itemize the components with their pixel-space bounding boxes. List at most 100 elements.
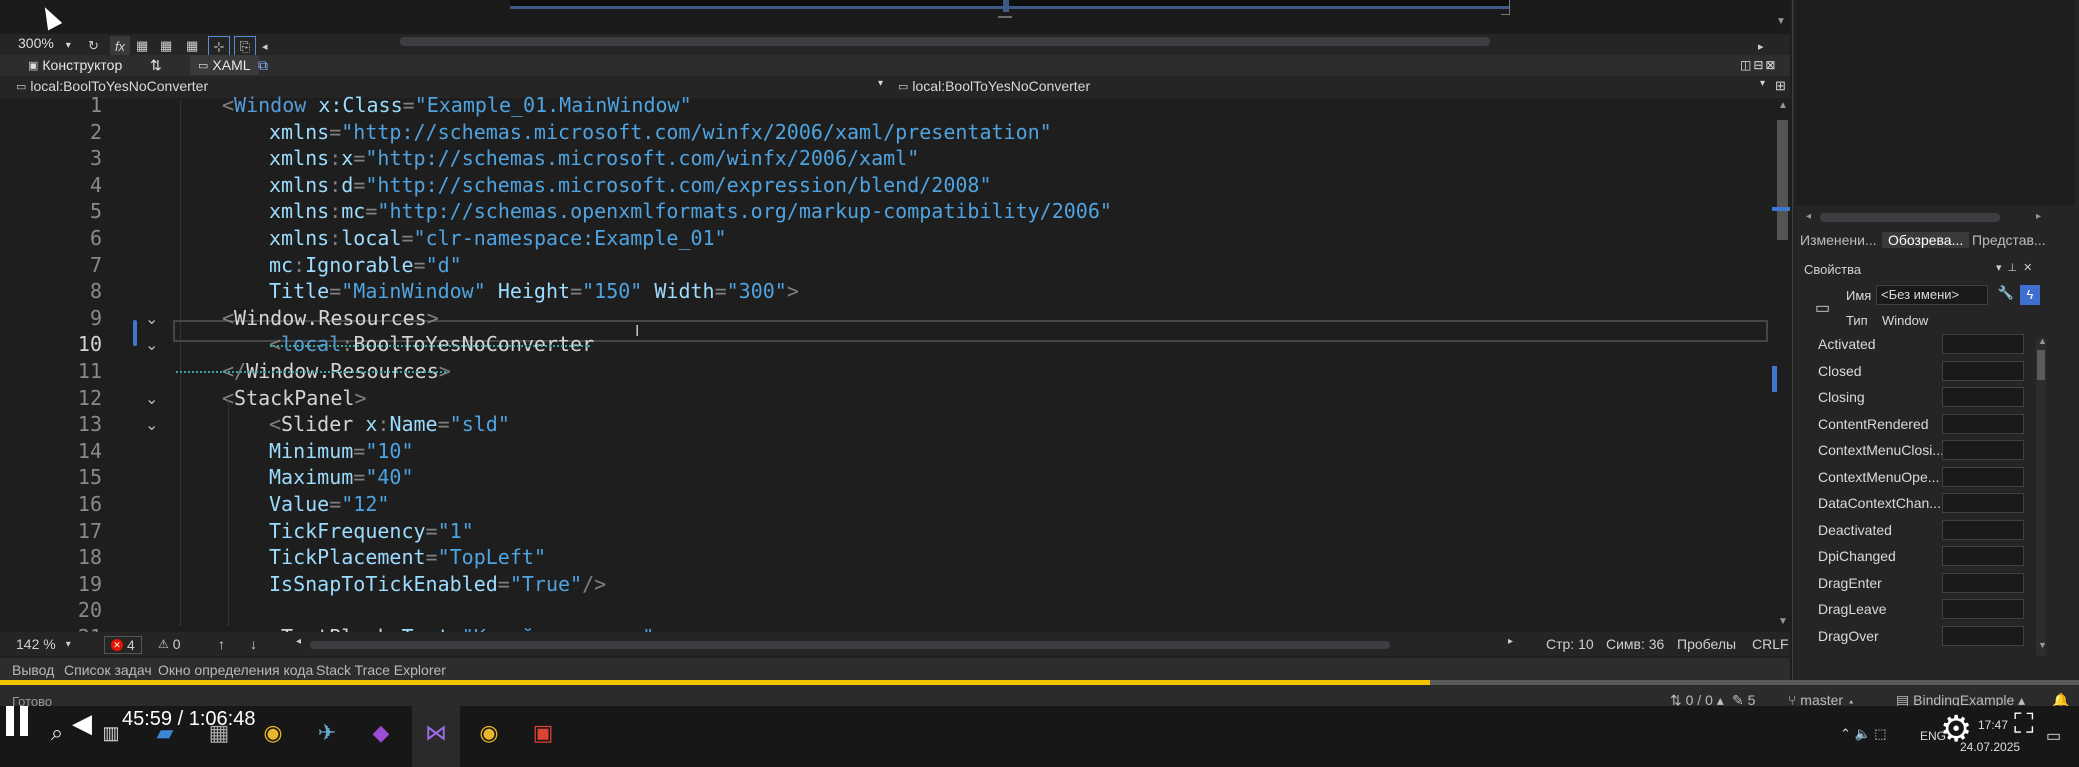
event-handler-field[interactable]	[1942, 466, 2024, 487]
split-view-buttons[interactable]: ◫⊟⊠	[1740, 55, 1777, 75]
refresh-icon[interactable]: ↻	[88, 36, 99, 56]
resize-handle-bottom[interactable]	[998, 16, 1012, 18]
line-ending-indicator[interactable]: CRLF	[1752, 636, 1789, 652]
tab-code-definition[interactable]: Окно определения кода	[158, 662, 313, 678]
event-handler-field[interactable]	[1942, 519, 2024, 540]
pause-icon[interactable]	[6, 706, 14, 736]
error-count-indicator[interactable]: ✕ 4	[104, 636, 142, 654]
calculator-icon[interactable]: ▦	[204, 718, 234, 748]
tab-solution-explorer[interactable]: Обозрева...	[1882, 232, 1970, 248]
event-handler-field[interactable]	[1942, 413, 2024, 434]
event-handler-field[interactable]	[1942, 440, 2024, 460]
chevron-down-icon[interactable]: ▾	[878, 78, 883, 89]
code-line[interactable]: Value="12"	[269, 492, 389, 516]
tab-output[interactable]: Вывод	[12, 662, 54, 678]
code-line[interactable]: mc:Ignorable="d"	[269, 253, 462, 277]
scroll-left-icon[interactable]: ◂	[296, 636, 301, 647]
designer-horizontal-scrollbar[interactable]	[400, 37, 1490, 46]
event-handler-field[interactable]	[1942, 334, 2024, 354]
app-icon[interactable]: ◆	[366, 718, 396, 748]
tab-git-changes[interactable]: Изменени...	[1800, 232, 1877, 248]
whitespace-indicator[interactable]: Пробелы	[1677, 636, 1736, 652]
code-line[interactable]: Title="MainWindow" Height="150" Width="3…	[269, 279, 799, 303]
next-issue-button[interactable]: ↓	[250, 636, 257, 652]
scroll-down-icon[interactable]: ▼	[2038, 640, 2047, 650]
panel-window-controls[interactable]: ▾⊥✕	[1996, 261, 2038, 274]
scroll-left-icon[interactable]: ◂	[1806, 211, 1811, 222]
code-line[interactable]: xmlns="http://schemas.microsoft.com/winf…	[269, 120, 1052, 144]
code-line[interactable]: xmlns:d="http://schemas.microsoft.com/ex…	[269, 173, 992, 197]
fold-chevron-icon[interactable]: ⌄	[145, 389, 158, 409]
code-line[interactable]: Minimum="10"	[269, 439, 414, 463]
code-line[interactable]: Maximum="40"	[269, 465, 414, 489]
event-handler-field[interactable]	[1942, 387, 2024, 407]
tab-task-list[interactable]: Список задач	[64, 662, 152, 678]
explorer-icon[interactable]: ▰	[150, 718, 180, 748]
fold-chevron-icon[interactable]: ⌄	[145, 309, 158, 329]
event-handler-field[interactable]	[1942, 572, 2024, 593]
scrollbar-thumb[interactable]	[1777, 120, 1788, 240]
column-indicator[interactable]: Симв: 36	[1606, 636, 1664, 652]
code-line[interactable]: xmlns:mc="http://schemas.openxmlformats.…	[269, 199, 1112, 223]
code-line[interactable]: <StackPanel>	[222, 386, 367, 410]
code-line[interactable]: TickPlacement="TopLeft"	[269, 545, 546, 569]
event-handler-field[interactable]	[1942, 599, 2024, 619]
scroll-down-icon[interactable]: ▼	[1778, 616, 1788, 627]
panel-horizontal-scrollbar[interactable]	[1820, 213, 2000, 222]
scrollbar-thumb[interactable]	[2037, 350, 2045, 380]
code-line[interactable]: IsSnapToTickEnabled="True"/>	[269, 572, 606, 596]
solution-explorer-area[interactable]	[1795, 0, 2075, 206]
fullscreen-icon[interactable]: ⛶	[2014, 708, 2034, 741]
volume-icon[interactable]: ◀	[72, 708, 92, 739]
chrome-icon[interactable]: ◉	[474, 718, 504, 748]
scroll-up-icon[interactable]: ▲	[1778, 100, 1788, 111]
tray-icons[interactable]: ⌃ 🔈 ⬚	[1840, 726, 1887, 742]
scroll-down-icon[interactable]: ▼	[1776, 16, 1786, 27]
member-dropdown[interactable]: ▭ local:BoolToYesNoConverter	[898, 78, 1090, 94]
clock-date[interactable]: 24.07.2025	[1960, 740, 2020, 754]
chevron-down-icon[interactable]: ▾	[1760, 78, 1765, 89]
tab-xaml[interactable]: ▭ XAML	[190, 55, 259, 75]
app-icon[interactable]: ✈	[312, 718, 342, 748]
effects-toggle-button[interactable]: fx	[110, 36, 130, 56]
tab-stack-trace-explorer[interactable]: Stack Trace Explorer	[316, 662, 446, 678]
scroll-left-icon[interactable]: ◂	[262, 36, 268, 56]
scroll-up-icon[interactable]: ▲	[2038, 336, 2047, 346]
code-line[interactable]: <Slider x:Name="sld"	[269, 412, 510, 436]
warning-count-indicator[interactable]: ⚠ 0	[158, 636, 181, 652]
event-handler-field[interactable]	[1942, 493, 2024, 513]
grid-icon[interactable]: ▦	[160, 36, 172, 56]
event-handler-field[interactable]	[1942, 360, 2024, 381]
tab-class-view[interactable]: Представ...	[1972, 232, 2046, 248]
checker-icon[interactable]: ▦	[186, 36, 198, 56]
scroll-right-icon[interactable]: ▸	[2036, 211, 2041, 222]
resize-corner-handle[interactable]	[1501, 0, 1510, 15]
split-editor-icon[interactable]: ⊞	[1775, 78, 1786, 94]
event-handler-field[interactable]	[1942, 546, 2024, 566]
task-view-icon[interactable]: ▥	[96, 718, 126, 748]
fold-chevron-icon[interactable]: ⌄	[145, 335, 158, 355]
clock-time[interactable]: 17:47	[1978, 718, 2008, 732]
properties-scrollbar[interactable]	[2036, 338, 2046, 656]
chrome-icon[interactable]: ◉	[258, 718, 288, 748]
wrench-icon[interactable]: 🔧	[1996, 285, 2016, 305]
scroll-right-icon[interactable]: ▸	[1758, 36, 1764, 56]
resize-handle[interactable]	[1003, 0, 1009, 12]
name-field[interactable]: <Без имени>	[1876, 285, 1988, 305]
tab-design[interactable]: ▣ Конструктор	[28, 55, 122, 75]
designer-vertical-scrollbar[interactable]: ▼	[1772, 0, 1790, 34]
editor-horizontal-scrollbar[interactable]	[310, 641, 1390, 649]
app-icon[interactable]: ▣	[528, 718, 558, 748]
designer-zoom-select[interactable]: 300% ▾	[18, 35, 71, 51]
search-icon[interactable]: ⌕	[42, 718, 72, 748]
fold-chevron-icon[interactable]: ⌄	[145, 415, 158, 435]
code-line[interactable]: TickFrequency="1"	[269, 519, 474, 543]
action-center-icon[interactable]: ▭	[2046, 726, 2061, 746]
element-scope-dropdown[interactable]: ▭ local:BoolToYesNoConverter	[16, 78, 208, 94]
event-handler-field[interactable]	[1942, 625, 2024, 646]
code-line[interactable]: xmlns:x="http://schemas.microsoft.com/wi…	[269, 146, 919, 170]
code-line[interactable]: <Window x:Class="Example_01.MainWindow"	[222, 93, 692, 117]
popout-xaml-button[interactable]: ⧉	[258, 55, 268, 75]
editor-zoom-select[interactable]: 142 % ▾	[16, 636, 71, 652]
designer-window-preview[interactable]	[510, 0, 1510, 9]
